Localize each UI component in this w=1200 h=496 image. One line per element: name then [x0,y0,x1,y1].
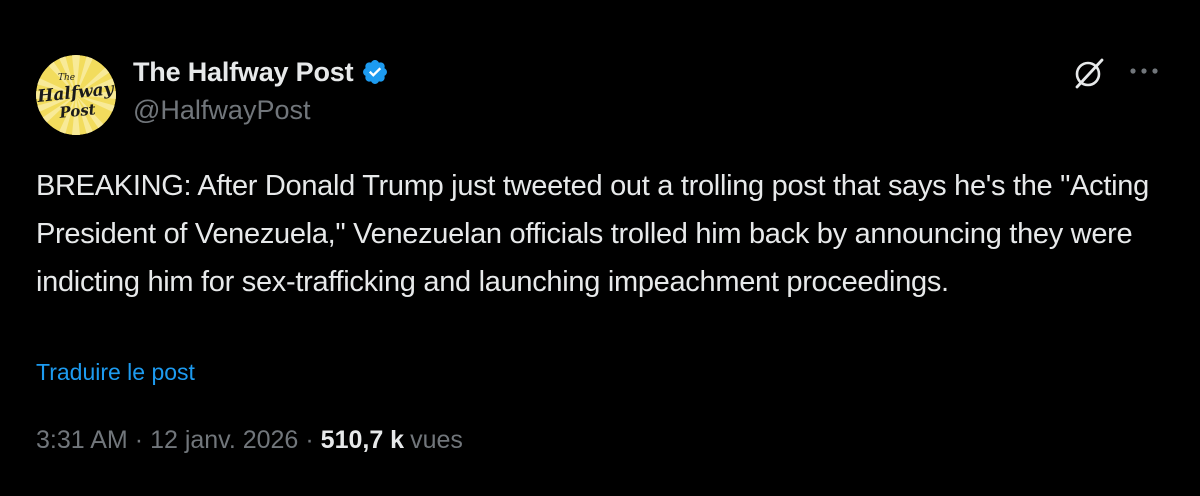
author-name-row[interactable]: The Halfway Post [133,55,389,89]
grok-icon[interactable] [1072,56,1106,90]
tweet-date[interactable]: 12 janv. 2026 [150,426,298,455]
svg-text:The: The [58,73,75,83]
avatar[interactable]: The Halfway Post [36,55,116,135]
translate-post-link[interactable]: Traduire le post [36,359,195,386]
author-handle[interactable]: @HalfwayPost [133,95,310,126]
separator: · [305,426,314,454]
more-icon[interactable] [1126,56,1162,86]
separator: · [134,426,144,454]
views-count: 510,7 k [320,426,405,454]
tweet-time[interactable]: 3:31 AM [36,426,128,455]
verified-badge-icon [361,58,389,86]
views-label: vues [410,426,463,454]
tweet-text: BREAKING: After Donald Trump just tweete… [36,170,1149,298]
halfway-post-logo: The Halfway Post [36,55,116,135]
tweet-meta: 3:31 AM · 12 janv. 2026 · 510,7 k vues [36,426,463,455]
author-name[interactable]: The Halfway Post [133,57,354,88]
tweet: The Halfway Post The Halfway Post @Halfw… [0,0,1200,496]
